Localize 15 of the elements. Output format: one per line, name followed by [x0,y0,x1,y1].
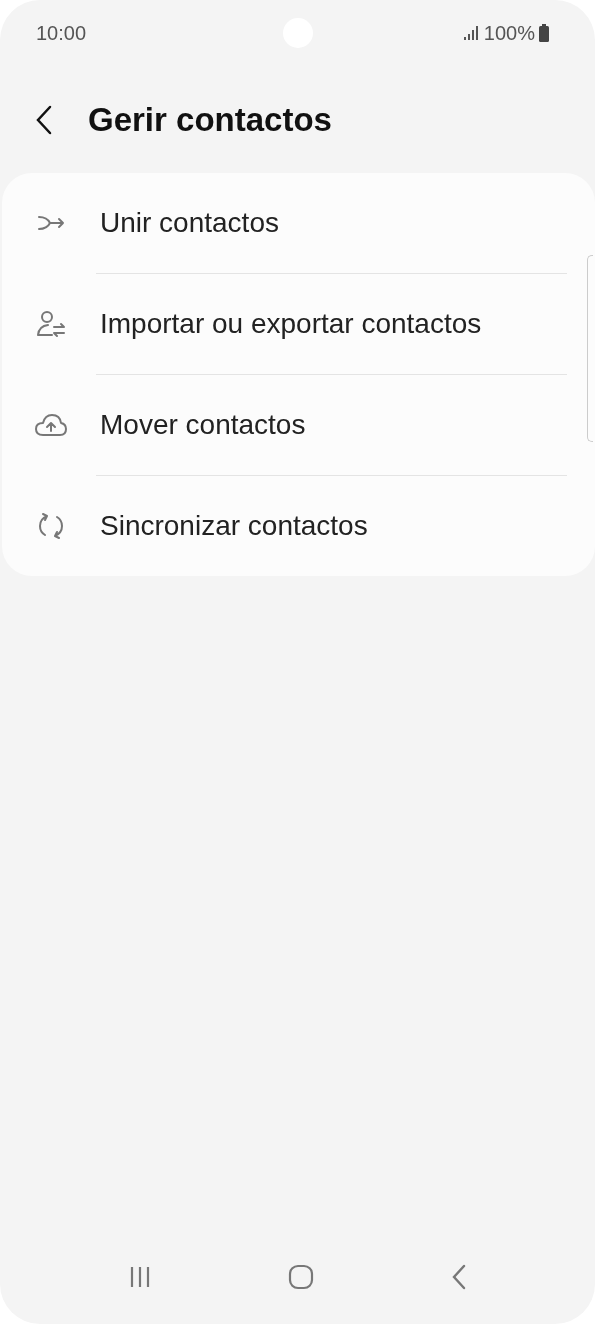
battery-percentage: 100% [483,21,535,45]
person-arrows-icon [36,310,66,338]
back-nav-button[interactable] [450,1264,467,1290]
sync-icon [37,512,65,540]
menu-item[interactable]: Mover contactos [100,409,306,441]
page-title: Gerir contactos [88,100,332,139]
home-button[interactable] [288,1264,315,1290]
clock-time: 10:00 [36,21,87,45]
menu-item[interactable]: Sincronizar contactos [100,510,368,542]
menu-item[interactable]: Importar ou exportar contactos [100,308,482,340]
cloud-upload-icon [35,413,67,437]
menu-item[interactable]: Unir contactos [100,207,279,239]
battery-icon [539,24,549,42]
merge-arrow-icon [37,215,65,231]
signal-icon [463,26,480,40]
